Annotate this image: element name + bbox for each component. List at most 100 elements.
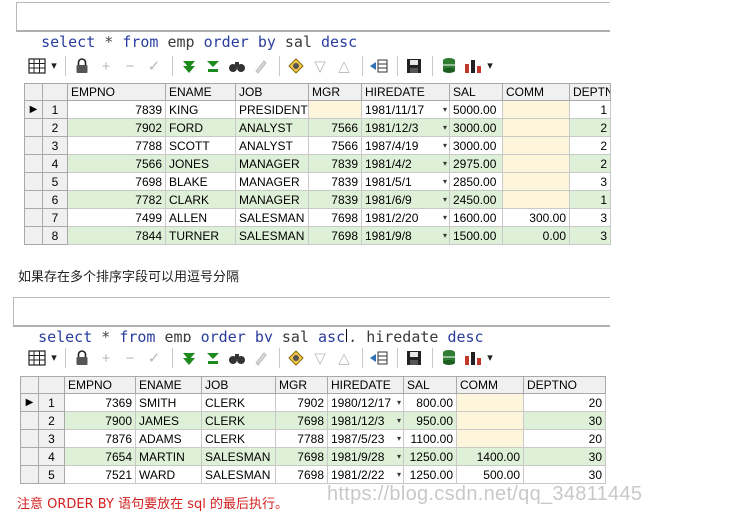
chevron-down-icon[interactable]: ▾ bbox=[443, 138, 447, 154]
filter-icon[interactable] bbox=[178, 347, 200, 369]
cell-deptno[interactable]: 3 bbox=[569, 172, 611, 191]
sql-editor-query-1[interactable]: select * from emp order by sal desc bbox=[16, 2, 610, 51]
chevron-down-icon[interactable]: ▾ bbox=[397, 467, 401, 483]
cell-comm[interactable]: 300.00 bbox=[502, 208, 570, 227]
cell-comm[interactable] bbox=[502, 190, 570, 209]
cell-empno[interactable]: 7839 bbox=[67, 100, 166, 119]
cell-comm[interactable] bbox=[502, 118, 570, 137]
sql-editor-query-2[interactable]: select * from emp order by sal asc, hire… bbox=[13, 297, 610, 346]
cell-ename[interactable]: TURNER bbox=[165, 226, 236, 245]
table-row[interactable]: 3 7788 SCOTT ANALYST 7566 1987/4/19 ▾ 300… bbox=[24, 136, 611, 155]
cell-job[interactable]: MANAGER bbox=[235, 190, 309, 209]
column-header[interactable]: MGR bbox=[308, 83, 362, 101]
lock-icon[interactable] bbox=[71, 55, 93, 77]
cell-job[interactable]: PRESIDENT bbox=[235, 100, 309, 119]
chevron-down-icon[interactable]: ▾ bbox=[486, 347, 494, 369]
table-row[interactable]: 7 7499 ALLEN SALESMAN 7698 1981/2/20 ▾ 16… bbox=[24, 208, 611, 227]
cell-ename[interactable]: FORD bbox=[165, 118, 236, 137]
chevron-down-icon[interactable]: ▾ bbox=[486, 55, 494, 77]
post-edit-icon[interactable]: ✓ bbox=[143, 347, 165, 369]
column-header[interactable]: EMPNO bbox=[67, 83, 166, 101]
clear-icon[interactable] bbox=[250, 55, 272, 77]
cell-ename[interactable]: JONES bbox=[165, 154, 236, 173]
chart-icon[interactable] bbox=[462, 55, 484, 77]
cell-sal[interactable]: 950.00 bbox=[403, 411, 457, 430]
cell-hiredate[interactable]: 1981/2/20 ▾ bbox=[361, 208, 450, 227]
cell-empno[interactable]: 7876 bbox=[64, 429, 136, 448]
cell-deptno[interactable]: 1 bbox=[569, 100, 611, 119]
cell-mgr[interactable]: 7698 bbox=[275, 411, 328, 430]
cell-sal[interactable]: 1250.00 bbox=[403, 465, 457, 484]
cell-comm[interactable] bbox=[502, 136, 570, 155]
cell-empno[interactable]: 7369 bbox=[64, 393, 136, 412]
cell-comm[interactable] bbox=[502, 154, 570, 173]
cell-hiredate[interactable]: 1981/2/22 ▾ bbox=[327, 465, 404, 484]
cell-sal[interactable]: 800.00 bbox=[403, 393, 457, 412]
cell-comm[interactable] bbox=[456, 429, 524, 448]
cell-empno[interactable]: 7566 bbox=[67, 154, 166, 173]
column-header[interactable]: HIREDATE bbox=[361, 83, 450, 101]
cell-hiredate[interactable]: 1980/12/17 ▾ bbox=[327, 393, 404, 412]
cell-comm[interactable] bbox=[502, 172, 570, 191]
cell-ename[interactable]: ALLEN bbox=[165, 208, 236, 227]
cell-hiredate[interactable]: 1981/5/1 ▾ bbox=[361, 172, 450, 191]
cell-deptno[interactable]: 1 bbox=[569, 190, 611, 209]
cell-sal[interactable]: 2975.00 bbox=[449, 154, 503, 173]
table-row[interactable]: 4 7654 MARTIN SALESMAN 7698 1981/9/28 ▾ 1… bbox=[20, 447, 606, 466]
cell-deptno[interactable]: 2 bbox=[569, 118, 611, 137]
filter-clear-icon[interactable] bbox=[202, 347, 224, 369]
cell-comm[interactable] bbox=[456, 393, 524, 412]
chevron-down-icon[interactable]: ▾ bbox=[443, 102, 447, 118]
cell-empno[interactable]: 7521 bbox=[64, 465, 136, 484]
cell-job[interactable]: SALESMAN bbox=[235, 226, 309, 245]
filter-clear-icon[interactable] bbox=[202, 55, 224, 77]
chevron-down-icon[interactable]: ▾ bbox=[443, 174, 447, 190]
cell-mgr[interactable]: 7566 bbox=[308, 136, 362, 155]
cell-comm[interactable]: 500.00 bbox=[456, 465, 524, 484]
cell-sal[interactable]: 1500.00 bbox=[449, 226, 503, 245]
column-header[interactable]: SAL bbox=[403, 376, 457, 394]
delete-row-icon[interactable]: − bbox=[119, 55, 141, 77]
chevron-down-icon[interactable]: ▾ bbox=[443, 156, 447, 172]
sort-asc-icon[interactable]: △ bbox=[333, 55, 355, 77]
cell-mgr[interactable]: 7698 bbox=[308, 226, 362, 245]
lock-icon[interactable] bbox=[71, 347, 93, 369]
cell-deptno[interactable]: 20 bbox=[523, 429, 606, 448]
table-row[interactable]: 2 7900 JAMES CLERK 7698 1981/12/3 ▾ 950.0… bbox=[20, 411, 606, 430]
table-row[interactable]: 6 7782 CLARK MANAGER 7839 1981/6/9 ▾ 2450… bbox=[24, 190, 611, 209]
cell-job[interactable]: CLERK bbox=[201, 411, 276, 430]
cell-comm[interactable]: 1400.00 bbox=[456, 447, 524, 466]
chevron-down-icon[interactable]: ▾ bbox=[397, 413, 401, 429]
column-header[interactable]: JOB bbox=[235, 83, 309, 101]
cell-mgr[interactable]: 7788 bbox=[275, 429, 328, 448]
cell-job[interactable]: CLERK bbox=[201, 393, 276, 412]
column-header[interactable]: COMM bbox=[502, 83, 570, 101]
cell-mgr[interactable]: 7698 bbox=[275, 447, 328, 466]
chevron-down-icon[interactable]: ▾ bbox=[397, 431, 401, 447]
chevron-down-icon[interactable]: ▾ bbox=[50, 55, 58, 77]
cell-job[interactable]: SALESMAN bbox=[201, 447, 276, 466]
delete-row-icon[interactable]: − bbox=[119, 347, 141, 369]
cell-sal[interactable]: 1100.00 bbox=[403, 429, 457, 448]
clear-icon[interactable] bbox=[250, 347, 272, 369]
chevron-down-icon[interactable]: ▾ bbox=[50, 347, 58, 369]
column-header[interactable]: HIREDATE bbox=[327, 376, 404, 394]
cell-job[interactable]: SALESMAN bbox=[235, 208, 309, 227]
cell-sal[interactable]: 2450.00 bbox=[449, 190, 503, 209]
grid-icon[interactable] bbox=[26, 55, 48, 77]
cell-deptno[interactable]: 30 bbox=[523, 411, 606, 430]
cell-hiredate[interactable]: 1981/6/9 ▾ bbox=[361, 190, 450, 209]
cell-mgr[interactable]: 7839 bbox=[308, 154, 362, 173]
cell-job[interactable]: ANALYST bbox=[235, 118, 309, 137]
save-icon[interactable] bbox=[403, 55, 425, 77]
cell-hiredate[interactable]: 1981/9/8 ▾ bbox=[361, 226, 450, 245]
chevron-down-icon[interactable]: ▾ bbox=[443, 228, 447, 244]
cell-job[interactable]: MANAGER bbox=[235, 172, 309, 191]
column-header[interactable]: MGR bbox=[275, 376, 328, 394]
cell-empno[interactable]: 7902 bbox=[67, 118, 166, 137]
cell-empno[interactable]: 7788 bbox=[67, 136, 166, 155]
cell-hiredate[interactable]: 1981/12/3 ▾ bbox=[361, 118, 450, 137]
cell-job[interactable]: MANAGER bbox=[235, 154, 309, 173]
cell-deptno[interactable]: 2 bbox=[569, 154, 611, 173]
cell-empno[interactable]: 7782 bbox=[67, 190, 166, 209]
